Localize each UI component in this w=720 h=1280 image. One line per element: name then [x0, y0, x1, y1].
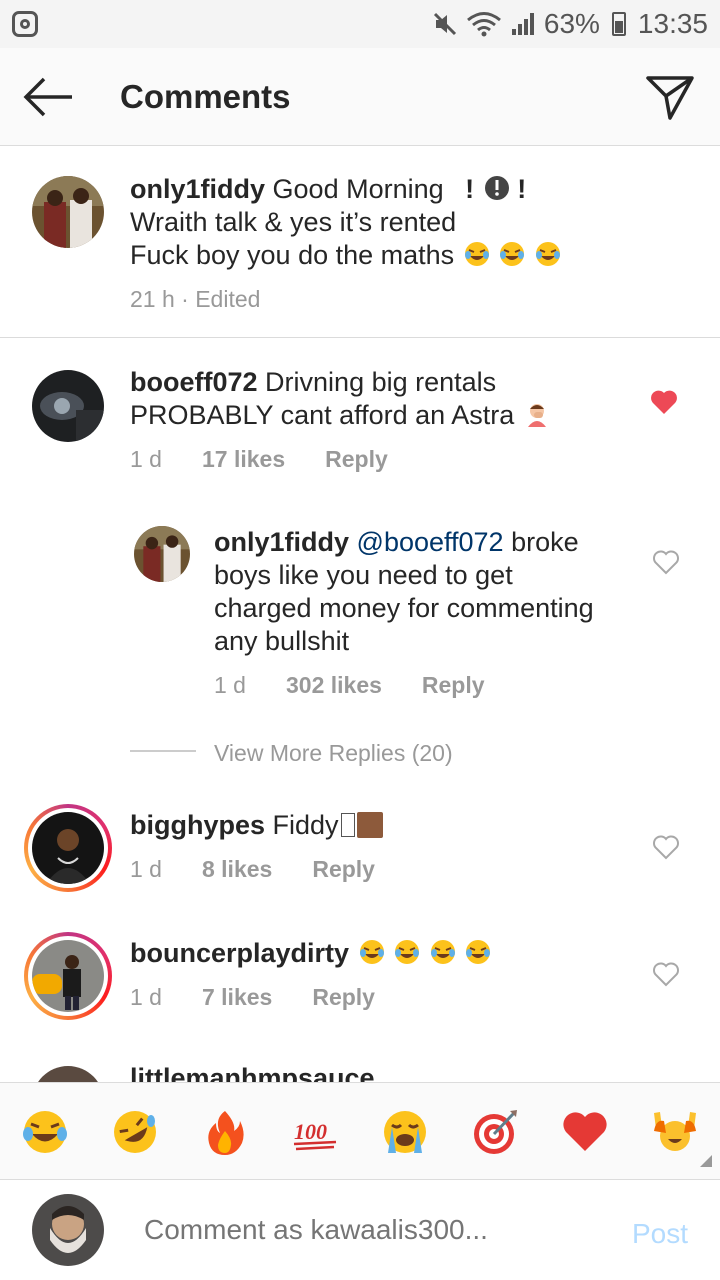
emoji-quick-bar: 100 [0, 1082, 720, 1180]
comment-username[interactable]: bigghypes [130, 810, 265, 840]
comment-username[interactable]: bouncerplaydirty [130, 938, 349, 968]
tears-of-joy-emoji [359, 940, 384, 964]
page-title: Comments [120, 78, 291, 115]
tears-of-joy-emoji [464, 242, 489, 266]
exclamation-circle-emoji [484, 176, 509, 200]
view-more-replies-button[interactable]: View More Replies (20) [214, 740, 453, 767]
comment-composer: Post [0, 1180, 720, 1280]
direct-hit-icon[interactable] [470, 1107, 520, 1157]
mention-link[interactable]: @booeff072 [357, 527, 504, 557]
wifi-icon [466, 12, 501, 37]
exclamation-emoji: ! [465, 174, 475, 204]
comment-time: 1 d [214, 672, 246, 698]
tears-of-joy-emoji [535, 242, 560, 266]
comment-time: 1 d [130, 984, 162, 1010]
comment-text-line: Fuck boy you do the maths [130, 240, 455, 270]
comment-username[interactable]: booeff072 [130, 367, 258, 397]
hundred-points-icon[interactable]: 100 [290, 1107, 340, 1157]
signal-icon [511, 13, 534, 35]
mute-icon [433, 12, 456, 36]
exclamation-emoji: ! [517, 174, 527, 204]
clock: 13:35 [637, 8, 708, 39]
comment-body: only1fiddy Good Morning ! ! Wraith talk … [130, 173, 690, 272]
likes-count[interactable]: 7 likes [202, 984, 272, 1011]
comment-text-line: Wraith talk & yes it’s rented [130, 207, 457, 237]
current-user-avatar [32, 1194, 104, 1266]
red-heart-icon[interactable] [560, 1107, 610, 1157]
comment-body: booeff072 Drivning big rentals PROBABLY … [130, 366, 630, 432]
reply-button[interactable]: Reply [312, 856, 375, 883]
comment-body: bigghypes Fiddy [130, 809, 630, 842]
battery-icon [611, 12, 626, 36]
comment-meta: 21 h · Edited [130, 286, 260, 313]
comment-username[interactable]: only1fiddy [130, 174, 265, 204]
post-button[interactable]: Post [632, 1218, 688, 1250]
likes-count[interactable]: 17 likes [202, 446, 285, 473]
avatar[interactable] [32, 1066, 104, 1082]
comment-text: Fiddy [272, 810, 339, 840]
battery-percent: 63% [543, 8, 600, 39]
raising-hands-icon[interactable] [650, 1107, 700, 1157]
comment-meta: 1 d 17 likes Reply [130, 446, 388, 473]
heart-filled-icon[interactable] [650, 389, 678, 415]
likes-count[interactable]: 302 likes [286, 672, 382, 699]
comment-body: only1fiddy @booeff072 broke boys like yo… [214, 526, 634, 658]
comment-input[interactable] [144, 1214, 604, 1246]
comment-time: 1 d [130, 856, 162, 882]
divider [0, 337, 720, 338]
comment-text-line: any bullshit [214, 626, 350, 656]
tears-of-joy-emoji [466, 940, 491, 964]
rofl-icon[interactable] [110, 1107, 160, 1157]
avatar[interactable] [32, 812, 104, 884]
tears-of-joy-emoji [500, 242, 525, 266]
back-arrow-icon[interactable] [22, 74, 74, 120]
comment-body: bouncerplaydirty [130, 937, 630, 970]
comments-header: Comments [0, 48, 720, 146]
status-bar: 63% 13:35 [0, 0, 720, 48]
comment-meta: 1 d 302 likes Reply [214, 672, 485, 699]
heart-outline-icon[interactable] [652, 834, 680, 860]
comment-username[interactable]: littlemanhmpsauce [130, 1063, 375, 1082]
tears-of-joy-emoji [430, 940, 455, 964]
comment-time: 1 d [130, 446, 162, 472]
resize-corner-icon [700, 1155, 712, 1167]
view-more-divider [130, 750, 196, 752]
direct-send-icon[interactable] [644, 72, 696, 122]
svg-text:100: 100 [294, 1119, 327, 1144]
reply-button[interactable]: Reply [325, 446, 388, 473]
comment-time: 21 h · Edited [130, 286, 261, 312]
unsupported-glyph [340, 813, 355, 837]
comment-username[interactable]: only1fiddy [214, 527, 349, 557]
comment-text-line: charged money for commenting [214, 593, 594, 623]
tears-of-joy-emoji [395, 940, 420, 964]
avatar[interactable] [32, 940, 104, 1012]
comment-text-line: PROBABLY cant afford an Astra [130, 400, 515, 430]
heart-outline-icon[interactable] [652, 961, 680, 987]
instagram-icon [12, 11, 38, 37]
avatar[interactable] [32, 176, 104, 248]
comments-list[interactable]: only1fiddy Good Morning ! ! Wraith talk … [0, 146, 720, 1082]
avatar[interactable] [32, 370, 104, 442]
fire-icon[interactable] [200, 1107, 250, 1157]
likes-count[interactable]: 8 likes [202, 856, 272, 883]
comment-text-line: broke [511, 527, 579, 557]
comment-meta: 1 d 8 likes Reply [130, 856, 375, 883]
reply-button[interactable]: Reply [312, 984, 375, 1011]
brown-skin-tone-emoji [356, 812, 383, 838]
comment-text-line: boys like you need to get [214, 560, 513, 590]
comment-meta: 1 d 7 likes Reply [130, 984, 375, 1011]
comment-text-line: Drivning big rentals [265, 367, 497, 397]
avatar[interactable] [134, 526, 190, 582]
reply-button[interactable]: Reply [422, 672, 485, 699]
loudly-crying-icon[interactable] [380, 1107, 430, 1157]
heart-outline-icon[interactable] [652, 549, 680, 575]
comment-text-line: Good Morning [272, 174, 444, 204]
status-icons: 63% 13:35 [432, 8, 708, 40]
comment-body: littlemanhmpsauce [130, 1062, 630, 1082]
person-facepalming-emoji [527, 404, 546, 427]
tears-of-joy-icon[interactable] [20, 1107, 70, 1157]
